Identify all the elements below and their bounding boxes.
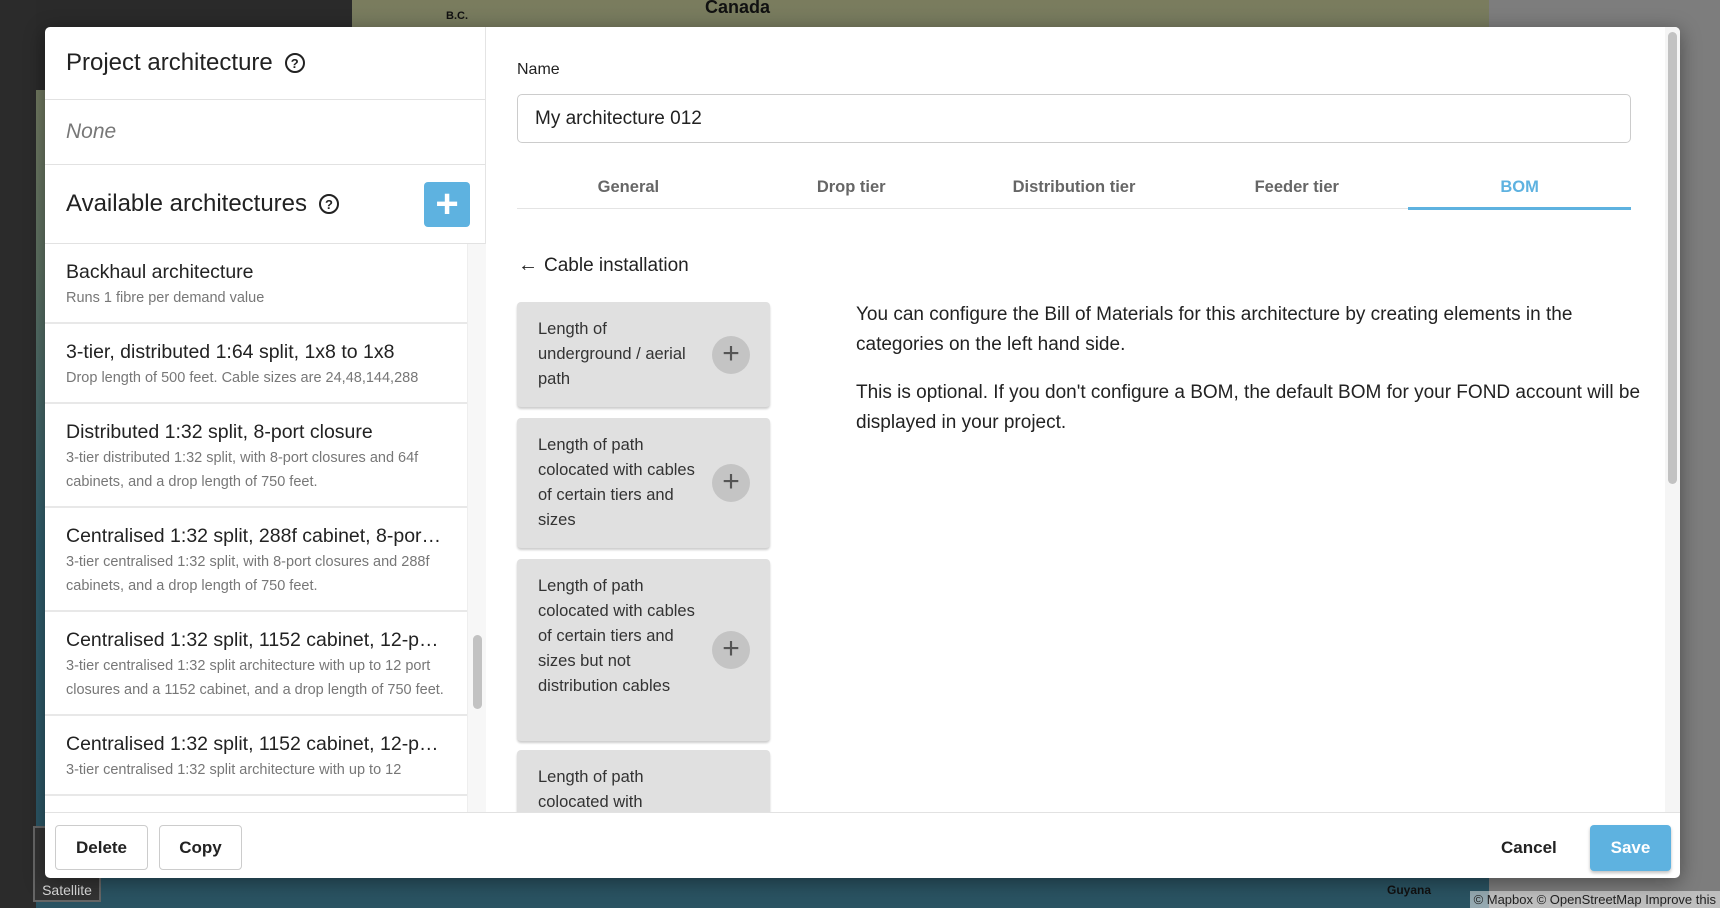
item-title: Centralised 1:32 split, 1152 cabinet, 12… [66,629,446,651]
bom-category-card: Length of underground / aerial path + [517,302,770,407]
list-item[interactable]: 3-tier, distributed 1:64 split, 1x8 to 1… [45,324,467,404]
project-architecture-title: Project architecture [66,49,273,76]
dialog-footer: Delete Copy Cancel Save [45,812,1680,878]
card-label: Length of path colocated with [538,768,644,811]
list-item[interactable]: Centralised 1:32 split, 1152 cabinet, 12… [45,716,467,796]
architecture-list-panel: Project architecture ? None Available ar… [45,27,486,812]
item-title: Backhaul architecture [66,261,254,283]
bom-category-card: Length of path colocated with + [517,750,770,812]
card-label: Length of path colocated with cables of … [538,436,695,529]
app-sidebar [0,0,36,908]
editor-scrollbar[interactable] [1665,27,1680,812]
help-icon[interactable]: ? [284,53,305,73]
card-label: Length of underground / aerial path [538,320,686,388]
cancel-button[interactable]: Cancel [1501,825,1557,870]
add-element-button[interactable]: + [712,336,750,374]
name-input[interactable] [517,94,1631,143]
delete-button[interactable]: Delete [55,825,148,870]
tab-feeder-tier[interactable]: Feeder tier [1185,178,1408,208]
item-description: 3-tier centralised 1:32 split architectu… [66,658,444,698]
project-architecture-header: Project architecture ? [45,27,485,100]
back-label: Cable installation [544,254,689,276]
architecture-dialog: Project architecture ? None Available ar… [45,27,1680,878]
item-description: Runs 1 fibre per demand value [66,290,265,306]
tab-general[interactable]: General [517,178,740,208]
tab-bar: General Drop tier Distribution tier Feed… [517,178,1631,210]
card-label: Length of path colocated with cables of … [538,577,695,695]
map-label-canada: Canada [705,0,771,17]
architecture-list: Backhaul architecture Runs 1 fibre per de… [45,244,486,812]
item-description: 3-tier distributed 1:32 split, with 8-po… [66,450,419,490]
plus-icon: + [435,182,459,226]
list-item[interactable]: Distributed 1:32 split, 8-port closure 3-… [45,404,467,508]
bom-description: You can configure the Bill of Materials … [856,300,1656,456]
tab-drop-tier[interactable]: Drop tier [740,178,963,208]
tab-bom[interactable]: BOM [1408,178,1631,210]
list-scrollbar-thumb[interactable] [473,635,482,709]
item-description: 3-tier centralised 1:32 split, with 8-po… [66,554,430,594]
copy-button[interactable]: Copy [159,825,242,870]
bom-description-paragraph: You can configure the Bill of Materials … [856,304,1573,355]
list-item[interactable]: Backhaul architecture Runs 1 fibre per de… [45,244,467,324]
item-title: Centralised 1:32 split, 1152 cabinet, 12… [66,733,446,755]
item-title: 3-tier, distributed 1:64 split, 1x8 to 1… [66,341,395,363]
map-label-guyana: Guyana [1387,883,1432,897]
add-element-button[interactable]: + [712,464,750,502]
architecture-editor: Name General Drop tier Distribution tier… [487,27,1665,812]
item-title: Distributed 1:32 split, 8-port closure [66,421,373,443]
bom-description-paragraph: This is optional. If you don't configure… [856,382,1641,433]
item-description: 3-tier centralised 1:32 split architectu… [66,762,402,778]
arrow-left-icon: ← [518,254,538,276]
list-item[interactable]: Centralised 1:32 split, 288f cabinet, 8-… [45,508,467,612]
back-to-cable-installation[interactable]: ← Cable installation [518,254,689,277]
editor-scrollbar-thumb[interactable] [1668,32,1677,484]
save-button[interactable]: Save [1590,825,1671,871]
list-scrollbar[interactable] [467,244,486,812]
plus-icon: + [722,337,740,370]
name-label: Name [517,61,560,78]
add-architecture-button[interactable]: + [424,182,470,227]
map-attribution[interactable]: © Mapbox © OpenStreetMap Improve this [1469,891,1720,908]
tab-distribution-tier[interactable]: Distribution tier [963,178,1186,208]
available-architectures-title: Available architectures [66,190,308,217]
help-icon[interactable]: ? [319,194,340,214]
available-architectures-header: Available architectures ? + [45,165,485,244]
item-title: Centralised 1:32 split, 288f cabinet, 8-… [66,525,446,547]
map-label-bc: B.C. [446,10,468,22]
plus-icon: + [722,632,740,665]
bom-category-card: Length of path colocated with cables of … [517,559,770,741]
add-element-button[interactable]: + [712,631,750,669]
plus-icon: + [722,465,740,498]
item-description: Drop length of 500 feet. Cable sizes are… [66,370,419,386]
bom-category-card: Length of path colocated with cables of … [517,418,770,548]
list-item[interactable]: Centralised 1:32 split, 1152 cabinet, 12… [45,612,467,716]
project-architecture-value: None [45,100,485,165]
